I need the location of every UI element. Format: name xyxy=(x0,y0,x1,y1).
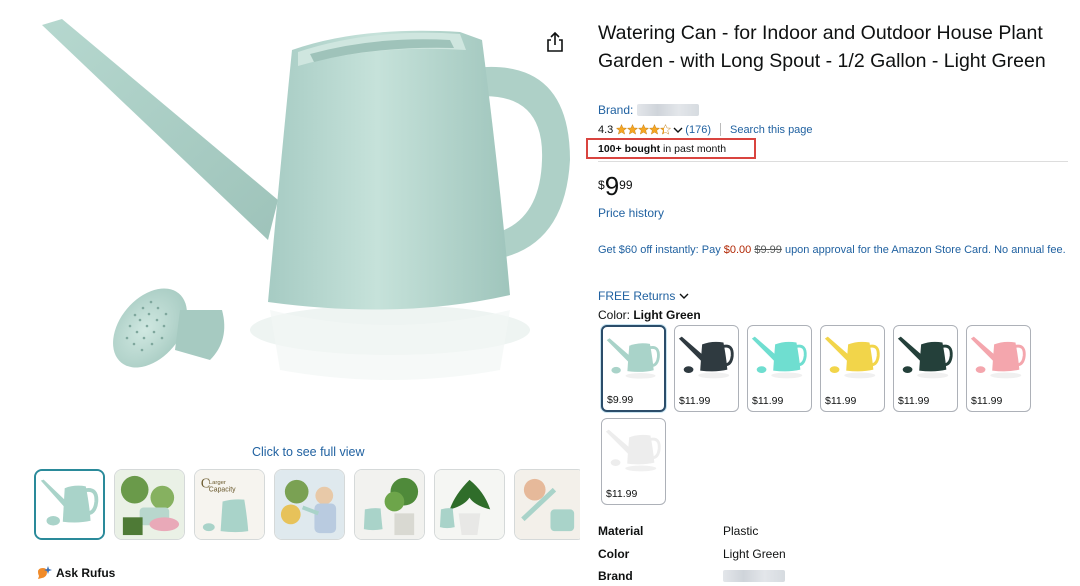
swatch-price: $11.99 xyxy=(898,395,930,407)
share-icon[interactable] xyxy=(545,31,565,53)
color-prefix: Color: xyxy=(598,308,634,322)
bought-suffix: in past month xyxy=(660,143,727,155)
rating-value: 4.3 xyxy=(598,123,614,136)
promo-text-2: upon approval for the Amazon Store Card.… xyxy=(781,244,1066,256)
swatch-price: $11.99 xyxy=(825,395,857,407)
thumbnail-child[interactable] xyxy=(274,469,345,540)
color-swatch-yellow[interactable]: $11.99 xyxy=(820,325,885,412)
thumbnail-plants[interactable] xyxy=(114,469,185,540)
price-fraction: 99 xyxy=(619,178,633,192)
store-card-promo[interactable]: Get $60 off instantly: Pay $0.00 $9.99 u… xyxy=(598,241,1073,259)
chevron-down-icon xyxy=(679,293,689,299)
color-swatch-light-green[interactable]: $9.99 xyxy=(601,325,666,412)
chevron-down-icon[interactable] xyxy=(673,126,683,134)
thumbnail-spout[interactable] xyxy=(514,469,580,540)
swatch-watering-can-icon xyxy=(821,326,884,388)
color-swatch-pink[interactable]: $11.99 xyxy=(966,325,1031,412)
thumbnail-strip: C Larger Capacity xyxy=(34,469,580,541)
spec-row-brand: Brand xyxy=(598,565,786,586)
thumbnail-plant-shelf[interactable] xyxy=(354,469,425,540)
brand-row[interactable]: Brand: xyxy=(598,103,700,117)
swatch-watering-can-icon xyxy=(603,328,664,388)
thumbnail-main[interactable] xyxy=(34,469,105,540)
color-swatch-dark-gray[interactable]: $11.99 xyxy=(674,325,739,412)
free-returns-link[interactable]: FREE Returns xyxy=(598,289,689,303)
spec-value: Light Green xyxy=(723,546,786,561)
brand-label: Brand: xyxy=(598,103,634,117)
color-swatch-turquoise[interactable]: $11.99 xyxy=(747,325,812,412)
swatch-watering-can-icon xyxy=(894,326,957,388)
spec-value: Plastic xyxy=(723,524,759,539)
bought-in-past-month: 100+ bought in past month xyxy=(598,143,726,155)
rufus-icon xyxy=(38,566,52,579)
swatch-watering-can-icon xyxy=(675,326,738,388)
thumbnail-pot-plant[interactable] xyxy=(434,469,505,540)
main-product-image[interactable] xyxy=(30,10,585,440)
spec-key: Material xyxy=(598,524,644,539)
ask-rufus-button[interactable]: Ask Rufus xyxy=(36,566,115,580)
swatch-price: $11.99 xyxy=(971,395,1003,407)
capacity-text: Capacity xyxy=(209,487,236,494)
product-specs: Material Plastic Color Light Green Brand xyxy=(598,520,786,586)
swatch-price: $11.99 xyxy=(752,395,784,407)
spec-row-color: Color Light Green xyxy=(598,543,786,566)
swatch-watering-can-icon xyxy=(748,326,811,388)
color-label: Color: Light Green xyxy=(598,308,701,322)
swatch-price: $9.99 xyxy=(607,394,634,406)
swatch-price: $11.99 xyxy=(679,395,711,407)
svg-text:Larger: Larger xyxy=(209,480,226,486)
price-whole: 9 xyxy=(604,171,620,201)
swatch-watering-can-icon xyxy=(602,419,665,481)
brand-name-redacted xyxy=(637,104,700,116)
full-view-link[interactable]: Click to see full view xyxy=(252,445,365,459)
swatch-watering-can-icon xyxy=(967,326,1030,388)
divider xyxy=(719,123,721,136)
price-symbol: $ xyxy=(598,178,605,192)
rating-row: 4.3 (176) Search this page xyxy=(598,123,813,136)
star-rating-icon[interactable] xyxy=(616,124,672,135)
search-this-page-link[interactable]: Search this page xyxy=(730,124,813,136)
thumbnail-capacity[interactable]: C Larger Capacity xyxy=(194,469,265,540)
promo-text-1: Get $60 off instantly: Pay xyxy=(598,244,724,256)
spec-key: Color xyxy=(598,546,630,561)
bought-count: 100+ bought xyxy=(598,143,661,155)
ask-rufus-label: Ask Rufus xyxy=(56,566,116,580)
color-swatches: $9.99 $11.99 $11.99 $11.99 $11.99 $11.99 $11.9… xyxy=(601,325,1031,505)
price: $ 9 99 xyxy=(598,172,633,200)
free-returns-label: FREE Returns xyxy=(598,289,676,303)
spec-key: Brand xyxy=(598,569,633,584)
color-swatch-dark-green[interactable]: $11.99 xyxy=(893,325,958,412)
rating-count-link[interactable]: (176) xyxy=(685,124,711,136)
promo-strike-price: $9.99 xyxy=(754,244,782,256)
brand-value-redacted xyxy=(723,570,785,583)
promo-price: $0.00 xyxy=(723,244,752,256)
price-history-link[interactable]: Price history xyxy=(598,206,664,220)
section-divider xyxy=(598,161,1068,162)
color-selected: Light Green xyxy=(633,308,701,322)
spec-row-material: Material Plastic xyxy=(598,520,786,543)
product-title: Watering Can - for Indoor and Outdoor Ho… xyxy=(598,22,1046,72)
color-swatch-white[interactable]: $11.99 xyxy=(601,418,666,505)
swatch-price: $11.99 xyxy=(606,488,638,500)
